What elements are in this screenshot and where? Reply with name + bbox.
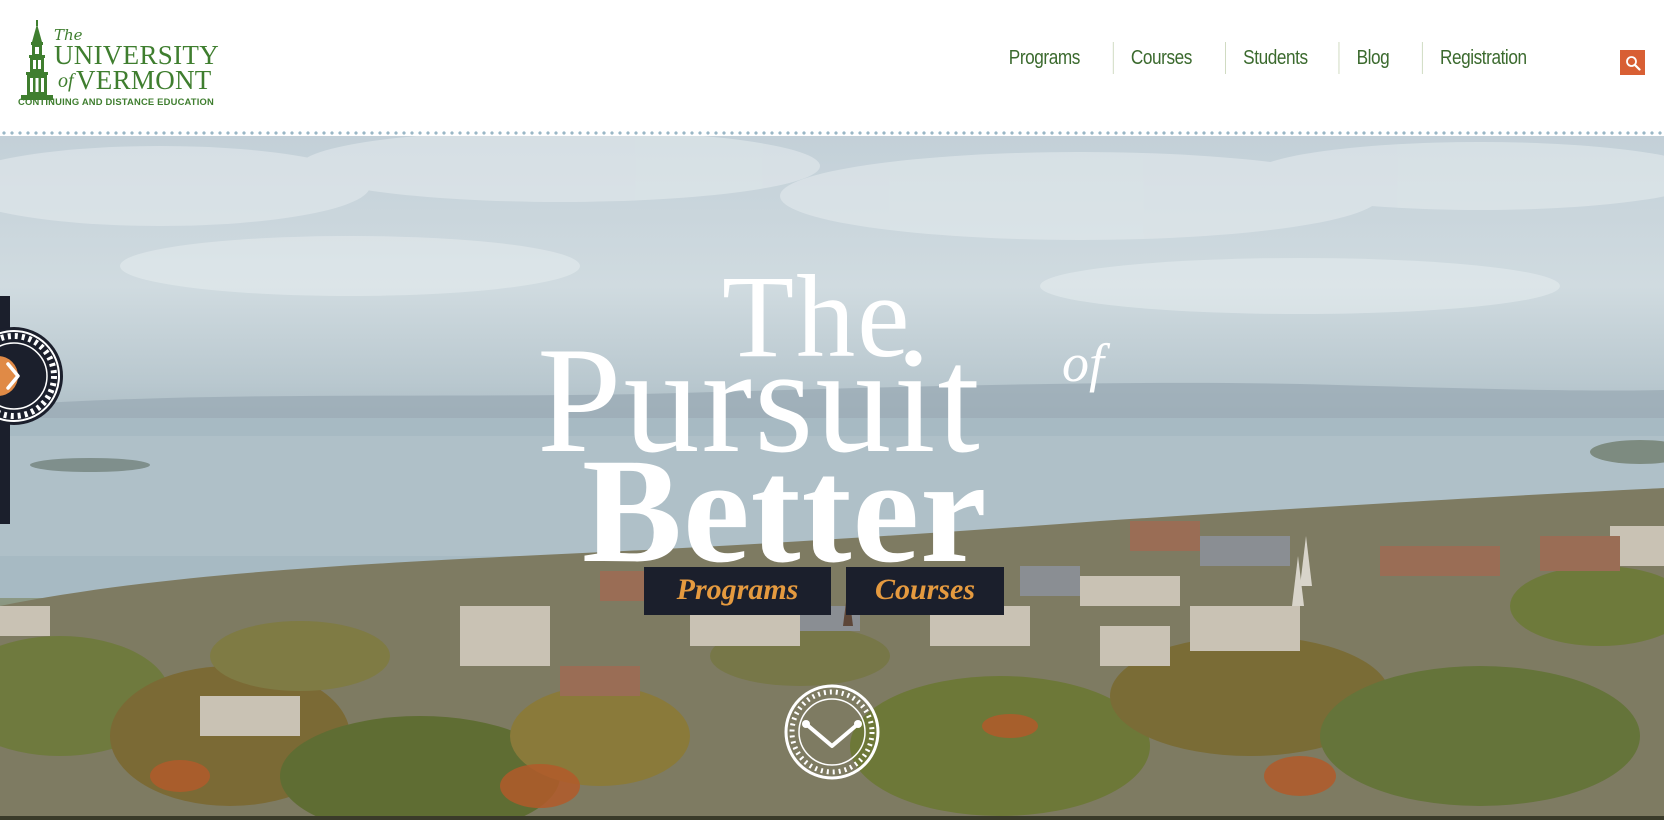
logo-subtitle: CONTINUING AND DISTANCE EDUCATION [18, 96, 215, 107]
search-icon [1625, 55, 1641, 71]
chevron-right-icon[interactable] [0, 326, 64, 426]
nav-programs[interactable]: Programs [991, 42, 1097, 74]
headline-better: Better [582, 428, 988, 594]
logo-of: of [58, 70, 74, 92]
hero-section: The Pursuit of Better Programs Courses [0, 136, 1664, 820]
hero-headline: The Pursuit of Better [0, 196, 1664, 666]
courses-button[interactable]: Courses [846, 567, 1004, 615]
headline-of: of [1062, 333, 1105, 393]
chevron-down-icon[interactable] [782, 682, 882, 782]
logo-vermont: VERMONT [76, 65, 212, 95]
programs-button[interactable]: Programs [644, 567, 831, 615]
main-nav: Programs Courses Students Blog Registrat… [983, 42, 1554, 74]
nav-blog[interactable]: Blog [1338, 42, 1407, 74]
uvm-logo[interactable]: The UNIVERSITY of VERMONT CONTINUING AND… [16, 18, 219, 108]
search-button[interactable] [1620, 50, 1645, 75]
nav-registration[interactable]: Registration [1422, 42, 1544, 74]
site-header: The UNIVERSITY of VERMONT CONTINUING AND… [0, 0, 1664, 132]
tower-logo-icon [21, 20, 53, 100]
nav-courses[interactable]: Courses [1113, 42, 1209, 74]
nav-students[interactable]: Students [1225, 42, 1325, 74]
